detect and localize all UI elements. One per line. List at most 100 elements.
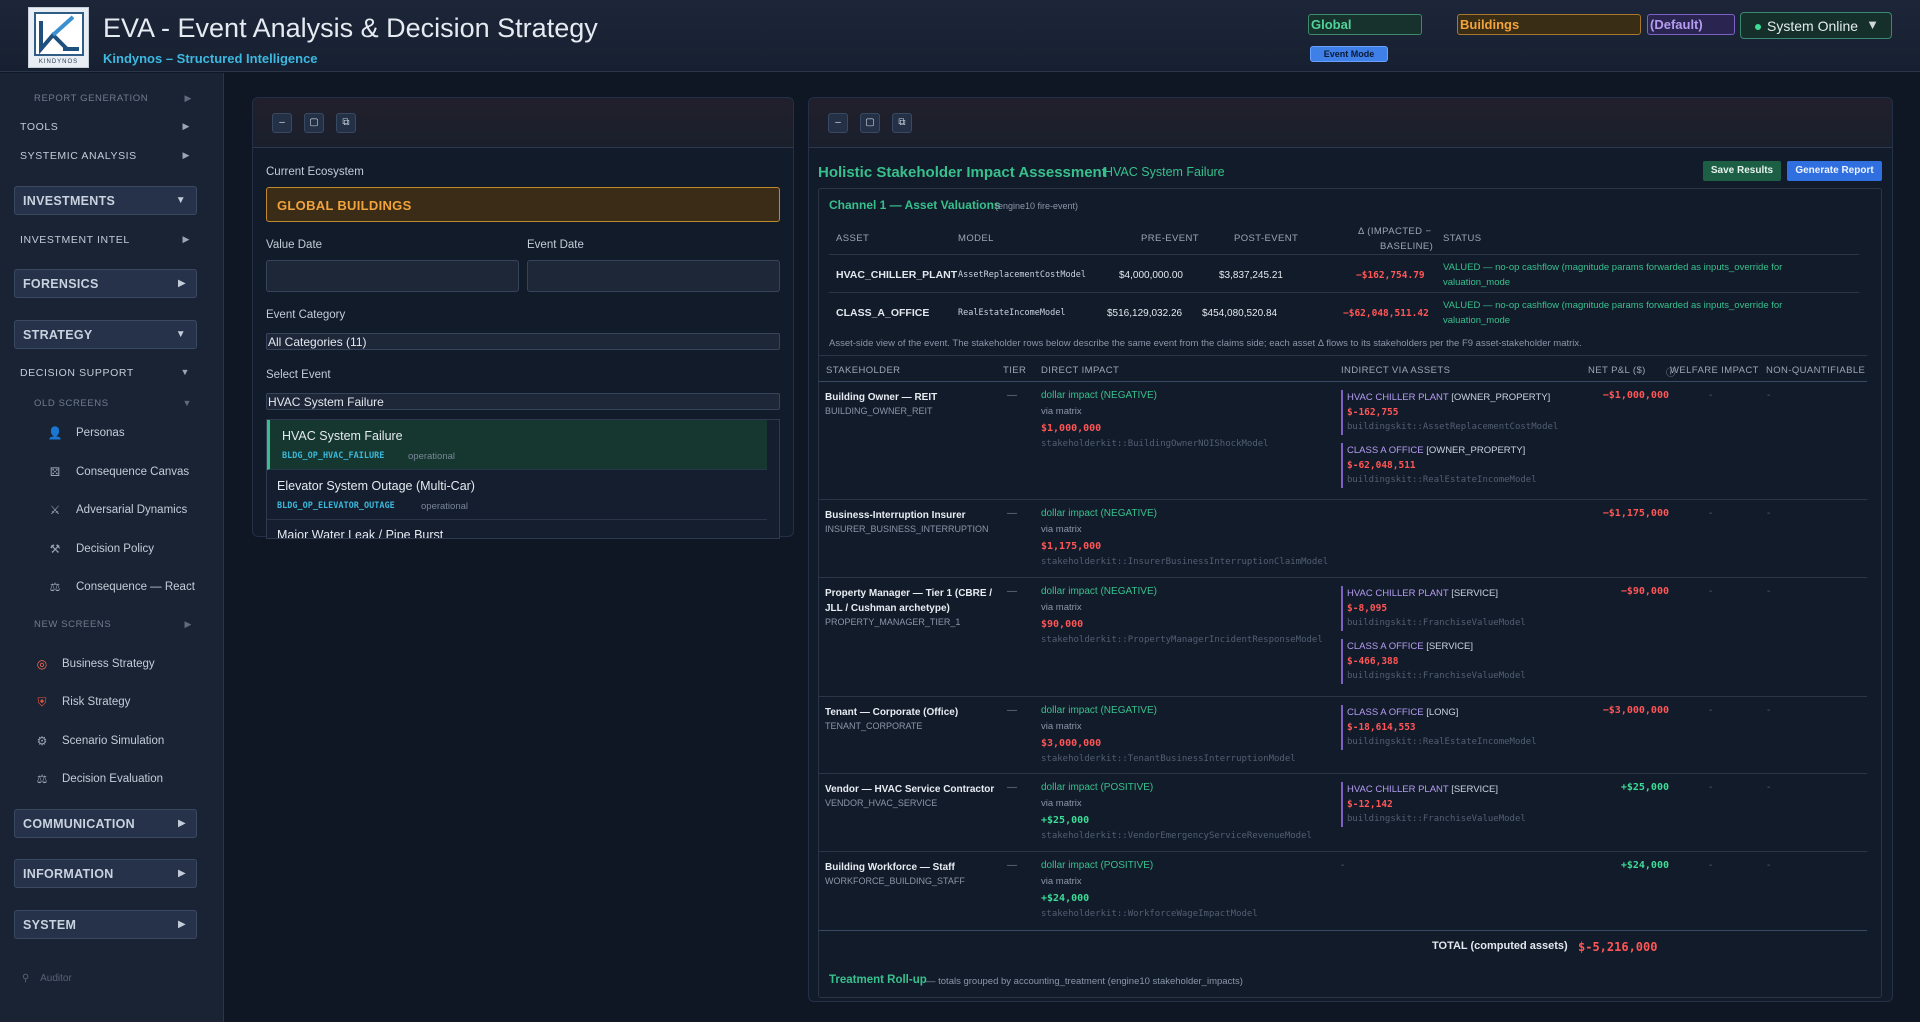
rollup-subtitle: — totals grouped by accounting_treatment… <box>926 976 1243 987</box>
asset-pre-event: $4,000,000.00 <box>1119 270 1183 281</box>
event-code: BLDG_OP_HVAC_FAILURE <box>282 451 385 461</box>
stakeholder-row[interactable]: Tenant — Corporate (Office) TENANT_CORPOR… <box>819 697 1867 774</box>
pre-event-col-header: PRE-EVENT <box>1141 233 1199 244</box>
chevron-down-icon: ▼ <box>182 398 192 408</box>
stakeholder-tier: — <box>1007 586 1017 597</box>
sidebar-label: Adversarial Dynamics <box>76 504 188 516</box>
indirect-asset: CLASS A OFFICE [OWNER_PROPERTY] $-62,048,… <box>1341 443 1571 488</box>
indirect-asset-model: buildingskit::FranchiseValueModel <box>1347 671 1526 681</box>
stakeholder-row[interactable]: Property Manager — Tier 1 (CBRE / JLL / … <box>819 578 1867 697</box>
event-kind: operational <box>408 451 456 462</box>
direct-impact-amount: $3,000,000 <box>1041 738 1102 749</box>
impact-event-name: HVAC System Failure <box>1104 165 1225 179</box>
sidebar-item-investment-intel[interactable]: INVESTMENT INTEL ▶ <box>20 234 200 246</box>
indirect-asset-name: CLASS A OFFICE <box>1347 445 1424 456</box>
minimize-icon[interactable]: – <box>828 113 848 133</box>
scale-icon: ⚖ <box>36 772 48 786</box>
sidebar-group-new-screens[interactable]: NEW SCREENS ▶ <box>34 619 192 630</box>
current-ecosystem-label: Current Ecosystem <box>266 166 364 178</box>
popout-icon[interactable]: ⧉ <box>892 113 912 133</box>
indirect-asset-name: CLASS A OFFICE <box>1347 707 1424 718</box>
caret-down-icon: ▼ <box>1866 17 1879 32</box>
sidebar-item-communication[interactable]: COMMUNICATION ▶ <box>14 809 197 838</box>
direct-impact-amount: +$24,000 <box>1041 893 1090 904</box>
stakeholder-row[interactable]: Building Owner — REIT BUILDING_OWNER_REIT… <box>819 382 1867 500</box>
kindynos-logo: KINDYNOS <box>28 7 89 68</box>
indirect-asset: CLASS A OFFICE [SERVICE] $-466,388 buildin… <box>1341 639 1571 684</box>
event-option-elevator-outage[interactable]: Elevator System Outage (Multi-Car) BLDG_… <box>267 470 767 520</box>
indirect-asset-value: $-62,048,511 <box>1347 460 1416 471</box>
stakeholder-col-header: STAKEHOLDER <box>826 365 901 376</box>
asset-status: VALUED — no-op cashflow (magnitude param… <box>1443 262 1783 273</box>
logo-text: KINDYNOS <box>38 59 79 65</box>
popout-icon[interactable]: ⧉ <box>336 113 356 133</box>
direct-impact-via: via matrix <box>1041 406 1082 417</box>
stakeholder-tier: — <box>1007 390 1017 401</box>
sidebar-item-forensics[interactable]: FORENSICS ▶ <box>14 269 197 298</box>
maximize-icon[interactable]: ▢ <box>304 113 324 133</box>
event-option-hvac-failure[interactable]: HVAC System Failure BLDG_OP_HVAC_FAILURE… <box>267 420 767 470</box>
event-option-water-leak[interactable]: Major Water Leak / Pipe Burst <box>267 520 767 539</box>
sidebar-label: Business Strategy <box>62 658 155 670</box>
direct-impact-via: via matrix <box>1041 876 1082 887</box>
sidebar-item-auditor[interactable]: ⚲ Auditor <box>22 973 142 984</box>
direct-impact-model: stakeholderkit::BuildingOwnerNOIShockMod… <box>1041 439 1269 449</box>
gear-icon: ⚙ <box>36 734 48 748</box>
sidebar-item-report-generation[interactable]: REPORT GENERATION ▶ <box>34 93 192 104</box>
direct-impact-model: stakeholderkit::TenantBusinessInterrupti… <box>1041 754 1296 764</box>
welfare-impact-value: - <box>1709 508 1713 519</box>
stakeholder-code: INSURER_BUSINESS_INTERRUPTION <box>825 524 989 534</box>
sidebar-item-strategy[interactable]: STRATEGY ▼ <box>14 320 197 349</box>
sidebar-item-tools[interactable]: TOOLS ▶ <box>20 121 200 133</box>
system-status-dropdown[interactable]: System Online ▼ <box>1740 12 1892 39</box>
scope-buildings-chip[interactable]: Buildings <box>1457 14 1641 35</box>
sidebar-item-system[interactable]: SYSTEM ▶ <box>14 910 197 939</box>
scope-default-chip[interactable]: (Default) <box>1647 14 1735 35</box>
welfare-col-header: WELFARE IMPACT <box>1670 365 1759 376</box>
chevron-down-icon: ▼ <box>175 195 186 206</box>
generate-report-button[interactable]: Generate Report <box>1787 161 1882 181</box>
chevron-right-icon: ▶ <box>178 919 186 930</box>
stakeholder-row[interactable]: Building Workforce — Staff WORKFORCE_BUIL… <box>819 852 1867 930</box>
event-list: HVAC System Failure BLDG_OP_HVAC_FAILURE… <box>266 419 780 539</box>
welfare-impact-value: - <box>1709 782 1713 793</box>
net-pnl-value: −$3,000,000 <box>1602 705 1669 716</box>
indirect-asset-name: HVAC CHILLER PLANT <box>1347 784 1449 795</box>
sidebar-label: Risk Strategy <box>62 696 131 708</box>
non-quantifiable-col-header: NON-QUANTIFIABLE <box>1766 365 1866 376</box>
asset-status: VALUED — no-op cashflow (magnitude param… <box>1443 300 1783 311</box>
sidebar-item-decision-support[interactable]: DECISION SUPPORT ▼ <box>20 367 200 379</box>
sidebar-label: Scenario Simulation <box>62 735 165 747</box>
microscope-icon: ⚲ <box>22 973 30 984</box>
minimize-icon[interactable]: – <box>272 113 292 133</box>
scope-global-chip[interactable]: Global <box>1308 14 1422 35</box>
indirect-asset-value: $-12,142 <box>1347 799 1393 810</box>
total-value: $-5,216,000 <box>1578 940 1658 954</box>
event-date-label: Event Date <box>527 239 584 251</box>
stakeholder-row[interactable]: Business-Interruption Insurer INSURER_BUS… <box>819 500 1867 578</box>
event-mode-button[interactable]: Event Mode <box>1310 46 1388 62</box>
sidebar-item-investments[interactable]: INVESTMENTS ▼ <box>14 186 197 215</box>
swords-icon: ⚔ <box>49 503 61 517</box>
sidebar-item-information[interactable]: INFORMATION ▶ <box>14 859 197 888</box>
event-category-select[interactable]: All Categories (11) <box>266 333 780 350</box>
value-date-input[interactable] <box>266 260 519 292</box>
net-pnl-value: +$24,000 <box>1620 860 1669 871</box>
event-category-label: Event Category <box>266 309 346 321</box>
event-date-input[interactable] <box>527 260 780 292</box>
indirect-asset-model: buildingskit::FranchiseValueModel <box>1347 814 1526 824</box>
stakeholder-tier: — <box>1007 782 1017 793</box>
maximize-icon[interactable]: ▢ <box>860 113 880 133</box>
indirect-asset-relation: [OWNER_PROPERTY] <box>1451 392 1551 403</box>
sidebar-group-old-screens[interactable]: OLD SCREENS ▼ <box>34 398 192 409</box>
asset-status-2: valuation_mode <box>1443 277 1511 288</box>
impact-assessment-title: Holistic Stakeholder Impact Assessment <box>818 164 1107 181</box>
select-event-input[interactable]: HVAC System Failure <box>266 393 780 410</box>
sidebar-label: TOOLS <box>20 121 59 133</box>
save-results-button[interactable]: Save Results <box>1703 161 1781 181</box>
stakeholder-row[interactable]: Vendor — HVAC Service Contractor VENDOR_H… <box>819 774 1867 852</box>
sidebar-item-systemic-analysis[interactable]: SYSTEMIC ANALYSIS ▶ <box>20 150 200 162</box>
sidebar-label: NEW SCREENS <box>34 619 112 630</box>
sidebar-label: DECISION SUPPORT <box>20 367 134 379</box>
event-title: Major Water Leak / Pipe Burst <box>277 528 444 539</box>
